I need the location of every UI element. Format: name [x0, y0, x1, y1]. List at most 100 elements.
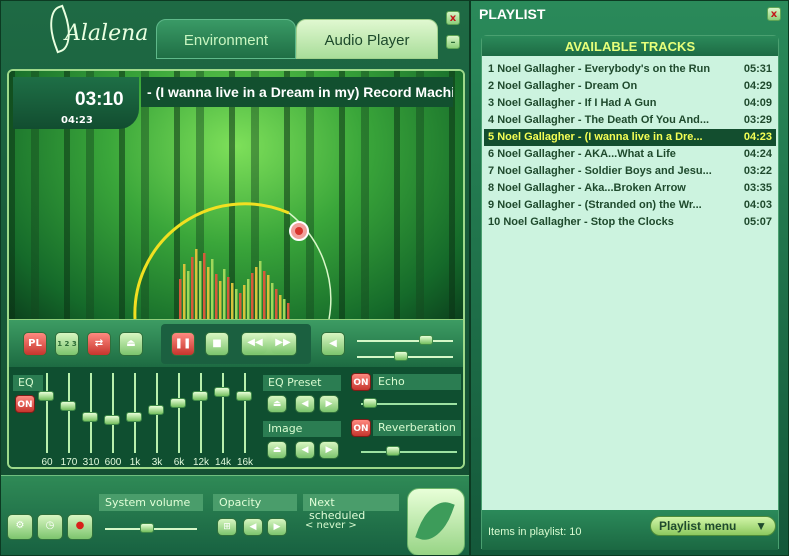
eq-band-slider[interactable]: 16k	[235, 373, 255, 467]
spectrum-bar	[235, 289, 238, 319]
eq-band-track[interactable]	[68, 373, 70, 453]
spectrum-bar	[251, 273, 254, 319]
track-row[interactable]: 5 Noel Gallagher - (I wanna live in a Dr…	[484, 129, 776, 146]
stop-button[interactable]: ■	[205, 332, 229, 356]
eq-band-slider[interactable]: 310	[81, 373, 101, 467]
track-title: 2 Noel Gallagher - Dream On	[488, 80, 734, 92]
track-row[interactable]: 7 Noel Gallagher - Soldier Boys and Jesu…	[484, 163, 776, 180]
leaf-home-button[interactable]	[407, 488, 465, 555]
eq-preset-next-button[interactable]: ▶	[319, 395, 339, 413]
image-eject-button[interactable]: ⏏	[267, 441, 287, 459]
reverb-on-button[interactable]: ON	[351, 419, 371, 437]
echo-slider-knob[interactable]	[362, 398, 377, 408]
system-volume-knob[interactable]	[140, 523, 155, 533]
eq-band-slider[interactable]: 1k	[125, 373, 145, 467]
spectrum-bar	[263, 271, 266, 319]
image-prev-button[interactable]: ◀	[295, 441, 315, 459]
rewind-button[interactable]: ◀◀	[243, 334, 267, 354]
eq-band-slider[interactable]: 170	[59, 373, 79, 467]
image-next-button[interactable]: ▶	[319, 441, 339, 459]
playlist-menu-button[interactable]: Playlist menu ▼	[650, 516, 776, 536]
track-row[interactable]: 1 Noel Gallagher - Everybody's on the Ru…	[484, 61, 776, 78]
opacity-next-button[interactable]: ▶	[267, 518, 287, 536]
track-title: 4 Noel Gallagher - The Death Of You And.…	[488, 114, 734, 126]
record-icon[interactable]: ●	[67, 514, 93, 540]
eq-band-knob[interactable]	[170, 397, 186, 408]
pause-button[interactable]: ❚❚	[171, 332, 195, 356]
player-window: Alalena Environment Audio Player x – 03:…	[0, 0, 470, 556]
eq-preset-prev-button[interactable]: ◀	[295, 395, 315, 413]
eq-band-slider[interactable]: 14k	[213, 373, 233, 467]
track-name: Noel Gallagher - Dream On	[497, 80, 638, 92]
track-number: 8	[488, 182, 495, 194]
reverb-slider-knob[interactable]	[385, 446, 400, 456]
clock-icon[interactable]: ◷	[37, 514, 63, 540]
track-row[interactable]: 10 Noel Gallagher - Stop the Clocks 05:07	[484, 214, 776, 231]
tab-environment[interactable]: Environment	[156, 19, 296, 59]
track-title: 10 Noel Gallagher - Stop the Clocks	[488, 216, 734, 228]
track-row[interactable]: 6 Noel Gallagher - AKA...What a Life 04:2…	[484, 146, 776, 163]
eq-on-button[interactable]: ON	[15, 395, 35, 413]
spectrum-bar	[243, 285, 246, 319]
settings-gear-icon[interactable]: ⚙	[7, 514, 33, 540]
eq-band-track[interactable]	[244, 373, 246, 453]
shuffle-button[interactable]: ⇄	[87, 332, 111, 356]
track-row[interactable]: 2 Noel Gallagher - Dream On 04:29	[484, 78, 776, 95]
eq-band-knob[interactable]	[236, 390, 252, 401]
eq-band-knob[interactable]	[214, 387, 230, 397]
eq-band-knob[interactable]	[60, 401, 76, 411]
playlist-toggle-button[interactable]: PL	[23, 332, 47, 356]
eq-band-knob[interactable]	[82, 411, 98, 422]
track-list: AVAILABLE TRACKS 1 Noel Gallagher - Ever…	[481, 35, 779, 550]
eq-band-track[interactable]	[178, 373, 180, 453]
playlist-title: PLAYLIST	[479, 6, 546, 22]
eq-band-track[interactable]	[200, 373, 202, 453]
eq-band-track[interactable]	[222, 373, 224, 453]
volume-slider-track[interactable]	[357, 340, 453, 342]
track-row[interactable]: 4 Noel Gallagher - The Death Of You And.…	[484, 112, 776, 129]
eq-band-knob[interactable]	[192, 390, 208, 401]
eq-band-slider[interactable]: 12k	[191, 373, 211, 467]
spectrum-bar	[231, 283, 234, 319]
track-duration: 03:22	[743, 165, 772, 177]
track-title: 9 Noel Gallagher - (Stranded on) the Wr.…	[488, 199, 734, 211]
volume-slider-knob[interactable]	[418, 335, 433, 345]
eq-band-track[interactable]	[112, 373, 114, 453]
system-volume-label: System volume	[99, 494, 203, 511]
playlist-close-button[interactable]: x	[767, 7, 781, 21]
spectrum-bar	[187, 271, 190, 319]
eq-preset-eject-button[interactable]: ⏏	[267, 395, 287, 413]
repeat-button[interactable]: 1 2 3	[55, 332, 79, 356]
tab-audio-player[interactable]: Audio Player	[296, 19, 438, 59]
track-number: 6	[488, 148, 495, 160]
opacity-prev-button[interactable]: ◀	[243, 518, 263, 536]
track-row[interactable]: 8 Noel Gallagher - Aka...Broken Arrow 03:…	[484, 180, 776, 197]
app-logo: Alalena	[42, 4, 148, 55]
eq-band-slider[interactable]: 600	[103, 373, 123, 467]
eq-band-knob[interactable]	[148, 404, 164, 415]
eject-button[interactable]: ⏏	[119, 332, 143, 356]
track-row[interactable]: 3 Noel Gallagher - If I Had A Gun 04:09	[484, 95, 776, 112]
eq-band-slider[interactable]: 3k	[147, 373, 167, 467]
close-button[interactable]: x	[446, 11, 460, 25]
minimize-button[interactable]: –	[446, 35, 460, 49]
track-row[interactable]: 9 Noel Gallagher - (Stranded on) the Wr.…	[484, 197, 776, 214]
balance-slider-knob[interactable]	[393, 351, 408, 361]
eq-band-track[interactable]	[46, 373, 48, 453]
fast-forward-button[interactable]: ▶▶	[271, 334, 295, 354]
opacity-icon[interactable]: ⊞	[217, 518, 237, 536]
speaker-icon[interactable]: ◀	[321, 332, 345, 356]
track-name: Noel Gallagher - Aka...Broken Arrow	[497, 182, 686, 194]
reverb-slider-track[interactable]	[361, 451, 457, 453]
echo-on-button[interactable]: ON	[351, 373, 371, 391]
eq-band-slider[interactable]: 6k	[169, 373, 189, 467]
next-scheduled-label: Next scheduled	[303, 494, 399, 522]
equalizer-panel: EQ ON 60 170 310 600 1k 3k 6k 12k 14k 16k EQ Pres…	[9, 367, 463, 467]
eq-bands: 60 170 310 600 1k 3k 6k 12k 14k 16k	[37, 373, 267, 467]
eq-band-knob[interactable]	[126, 411, 142, 422]
eq-band-slider[interactable]: 60	[37, 373, 57, 467]
eq-band-knob[interactable]	[104, 415, 120, 425]
eq-band-knob[interactable]	[38, 390, 54, 401]
spectrum-bar	[239, 293, 242, 319]
spectrum-bar	[179, 279, 182, 319]
